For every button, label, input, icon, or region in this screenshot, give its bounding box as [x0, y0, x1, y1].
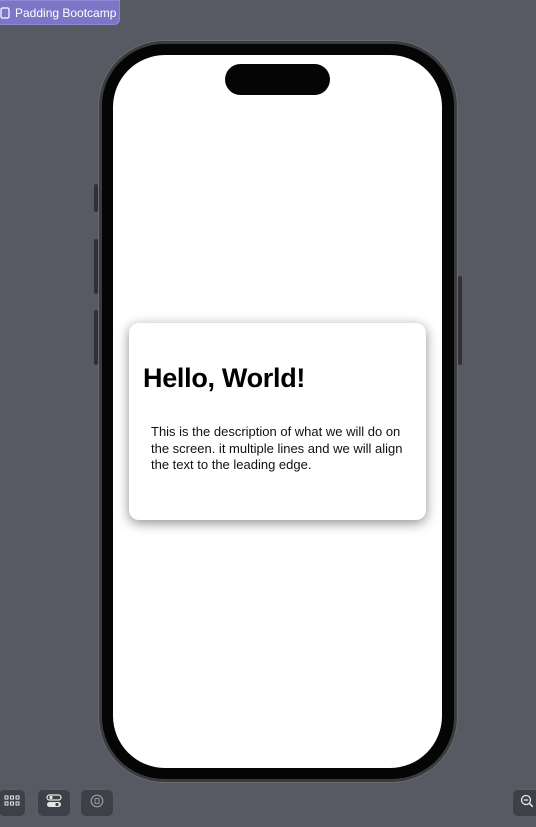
zoom-out-icon — [520, 794, 534, 813]
grid-button[interactable] — [0, 789, 26, 817]
content-card: Hello, World! This is the description of… — [129, 323, 426, 520]
card-description: This is the description of what we will … — [151, 424, 403, 472]
variants-icon — [46, 793, 62, 813]
power-button — [458, 276, 462, 365]
selectable-mode-button[interactable] — [80, 789, 114, 817]
variants-button[interactable] — [37, 789, 71, 817]
card-title: Hello, World! — [143, 363, 306, 393]
selectable-mode-icon — [90, 794, 104, 813]
document-icon — [0, 6, 10, 19]
grid-icon — [4, 794, 20, 812]
preview-label: Padding Bootcamp — [15, 5, 117, 20]
preview-label-chip[interactable]: Padding Bootcamp — [0, 0, 120, 25]
dynamic-island — [225, 64, 330, 95]
zoom-out-button[interactable] — [512, 789, 536, 817]
device-screen: Hello, World! This is the description of… — [113, 55, 442, 768]
